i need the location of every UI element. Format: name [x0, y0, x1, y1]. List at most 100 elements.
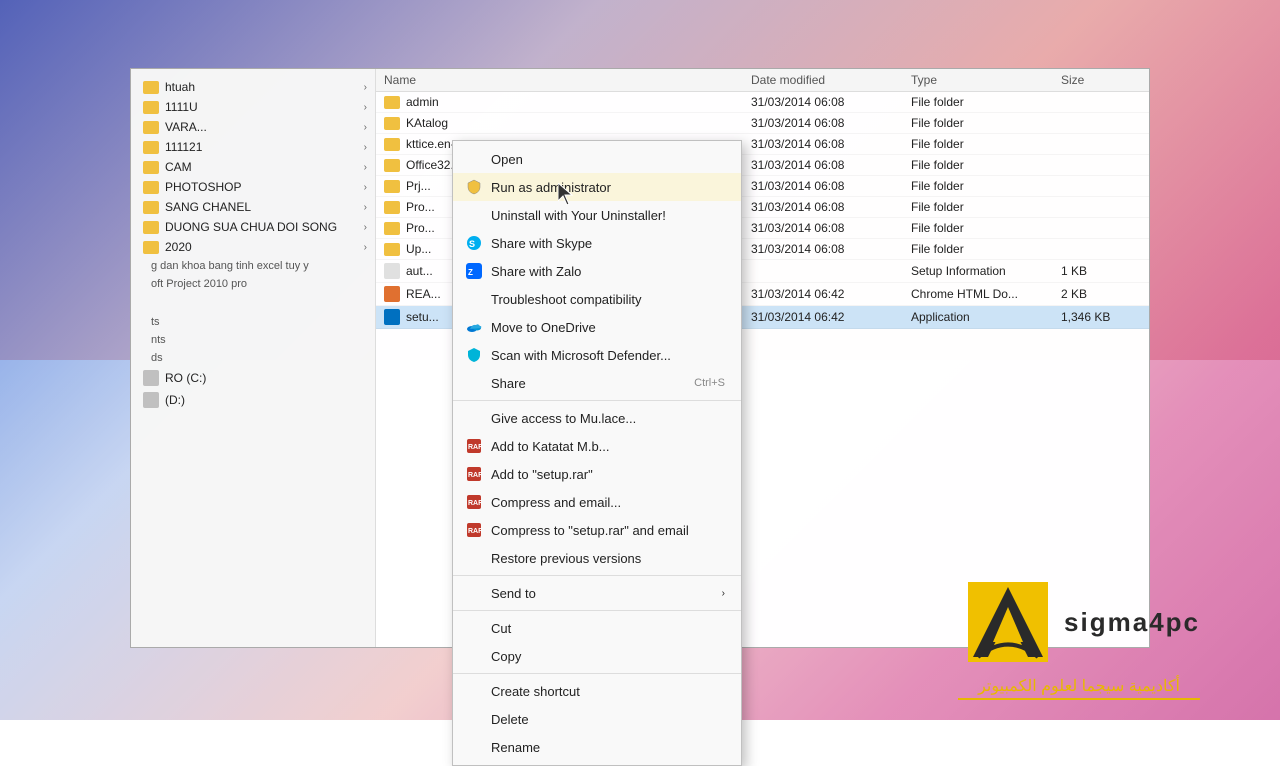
- sidebar-item-htuah[interactable]: htuah ›: [131, 77, 375, 97]
- sidebar-item-cam[interactable]: CAM ›: [131, 157, 375, 177]
- file-type: File folder: [911, 158, 1061, 172]
- ctx-scan-defender[interactable]: Scan with Microsoft Defender...: [453, 341, 741, 369]
- sidebar-item-2020[interactable]: 2020 ›: [131, 237, 375, 257]
- file-type: File folder: [911, 200, 1061, 214]
- sidebar-item-nts: nts: [131, 331, 375, 349]
- ctx-label: Share: [491, 376, 526, 391]
- svg-text:S: S: [469, 239, 475, 249]
- ctx-uninstall[interactable]: Uninstall with Your Uninstaller!: [453, 201, 741, 229]
- sidebar-item-sang-chanel[interactable]: SANG CHANEL ›: [131, 197, 375, 217]
- ctx-give-access[interactable]: Give access to Mu.lace...: [453, 404, 741, 432]
- sidebar-item-label: htuah: [165, 80, 195, 94]
- ctx-run-as-admin[interactable]: Run as administrator: [453, 173, 741, 201]
- file-date: 31/03/2014 06:08: [751, 158, 911, 172]
- ctx-separator: [453, 610, 741, 611]
- onedrive-icon: [465, 318, 483, 336]
- ctx-separator: [453, 400, 741, 401]
- sidebar-item-label: oft Project 2010 pro: [151, 278, 247, 290]
- ctx-copy[interactable]: Copy: [453, 642, 741, 670]
- sidebar-item-label: ds: [151, 352, 163, 364]
- chevron-right-icon: ›: [364, 162, 367, 173]
- folder-icon: [384, 201, 400, 214]
- folder-icon: [384, 159, 400, 172]
- sidebar-item-1111u[interactable]: 1111U ›: [131, 97, 375, 117]
- sidebar-item-111121[interactable]: 111121 ›: [131, 137, 375, 157]
- shortcut-icon: [465, 682, 483, 700]
- ctx-label: Delete: [491, 712, 529, 727]
- skype-icon: S: [465, 234, 483, 252]
- folder-icon: [143, 241, 159, 254]
- ctx-restore[interactable]: Restore previous versions: [453, 544, 741, 572]
- ctx-share-zalo[interactable]: Z Share with Zalo: [453, 257, 741, 285]
- ctx-separator: [453, 673, 741, 674]
- sidebar-item-label: nts: [151, 334, 166, 346]
- ctx-add-setup[interactable]: RAR Add to "setup.rar": [453, 460, 741, 488]
- file-name: Pro...: [406, 221, 435, 235]
- folder-icon: [143, 161, 159, 174]
- rename-icon: [465, 738, 483, 756]
- ctx-add-archive[interactable]: RAR Add to Katatat M.b...: [453, 432, 741, 460]
- sidebar-item-photoshop[interactable]: PHOTOSHOP ›: [131, 177, 375, 197]
- svg-text:RAR: RAR: [468, 528, 482, 535]
- chevron-right-icon: ›: [364, 222, 367, 233]
- rar-icon: RAR: [465, 465, 483, 483]
- ctx-compress-setup-email[interactable]: RAR Compress to "setup.rar" and email: [453, 516, 741, 544]
- ctx-label: Rename: [491, 740, 540, 755]
- sigma4pc-watermark: sigma4pc أكاديمية سيجما لعلوم الكمبيوتر: [958, 572, 1200, 700]
- folder-icon: [384, 117, 400, 130]
- rar-icon: RAR: [465, 493, 483, 511]
- svg-text:RAR: RAR: [468, 444, 482, 451]
- ctx-send-to[interactable]: Send to ›: [453, 579, 741, 607]
- sidebar-drive-c[interactable]: RO (C:): [131, 367, 375, 389]
- ctx-open[interactable]: Open: [453, 145, 741, 173]
- file-icon: [384, 263, 400, 279]
- ctx-compress-email[interactable]: RAR Compress and email...: [453, 488, 741, 516]
- table-row[interactable]: KAtalog 31/03/2014 06:08 File folder: [376, 113, 1149, 134]
- restore-icon: [465, 549, 483, 567]
- ctx-troubleshoot[interactable]: Troubleshoot compatibility: [453, 285, 741, 313]
- file-name: setu...: [406, 310, 439, 324]
- ctx-share[interactable]: Share Ctrl+S: [453, 369, 741, 397]
- svg-text:Z: Z: [468, 268, 473, 277]
- sidebar-item-duong-sua[interactable]: DUONG SUA CHUA DOI SONG ›: [131, 217, 375, 237]
- file-type: Application: [911, 310, 1061, 324]
- ctx-shortcut: Ctrl+S: [694, 377, 725, 389]
- ctx-move-onedrive[interactable]: Move to OneDrive: [453, 313, 741, 341]
- table-row[interactable]: admin 31/03/2014 06:08 File folder: [376, 92, 1149, 113]
- ctx-delete[interactable]: Delete: [453, 705, 741, 733]
- share-icon: [465, 374, 483, 392]
- file-date: 31/03/2014 06:08: [751, 242, 911, 256]
- cut-icon: [465, 619, 483, 637]
- context-menu: Open Run as administrator Uninstall with…: [452, 140, 742, 766]
- file-date: 31/03/2014 06:42: [751, 287, 911, 301]
- file-icon: [384, 309, 400, 325]
- folder-icon: [143, 221, 159, 234]
- troubleshoot-icon: [465, 290, 483, 308]
- ctx-rename[interactable]: Rename: [453, 733, 741, 761]
- file-type: Setup Information: [911, 264, 1061, 278]
- ctx-create-shortcut[interactable]: Create shortcut: [453, 677, 741, 705]
- ctx-label: Open: [491, 152, 523, 167]
- folder-icon: [384, 180, 400, 193]
- folder-icon: [143, 201, 159, 214]
- file-date: 31/03/2014 06:08: [751, 221, 911, 235]
- folder-icon: [384, 96, 400, 109]
- open-icon: [465, 150, 483, 168]
- folder-icon: [143, 81, 159, 94]
- ctx-share-skype[interactable]: S Share with Skype: [453, 229, 741, 257]
- send-to-icon: [465, 584, 483, 602]
- file-date: 31/03/2014 06:08: [751, 137, 911, 151]
- file-size: 2 KB: [1061, 287, 1141, 301]
- ctx-label: Uninstall with Your Uninstaller!: [491, 208, 666, 223]
- sigma-logo-svg: [958, 572, 1058, 672]
- sidebar-item-vara[interactable]: VARA... ›: [131, 117, 375, 137]
- drive-label: (D:): [165, 393, 185, 407]
- svg-text:RAR: RAR: [468, 500, 482, 507]
- file-name: Pro...: [406, 200, 435, 214]
- file-date: 31/03/2014 06:42: [751, 310, 911, 324]
- file-type: File folder: [911, 242, 1061, 256]
- sidebar-drive-d[interactable]: (D:): [131, 389, 375, 411]
- file-type: File folder: [911, 179, 1061, 193]
- ctx-cut[interactable]: Cut: [453, 614, 741, 642]
- ctx-label: Add to Katatat M.b...: [491, 439, 610, 454]
